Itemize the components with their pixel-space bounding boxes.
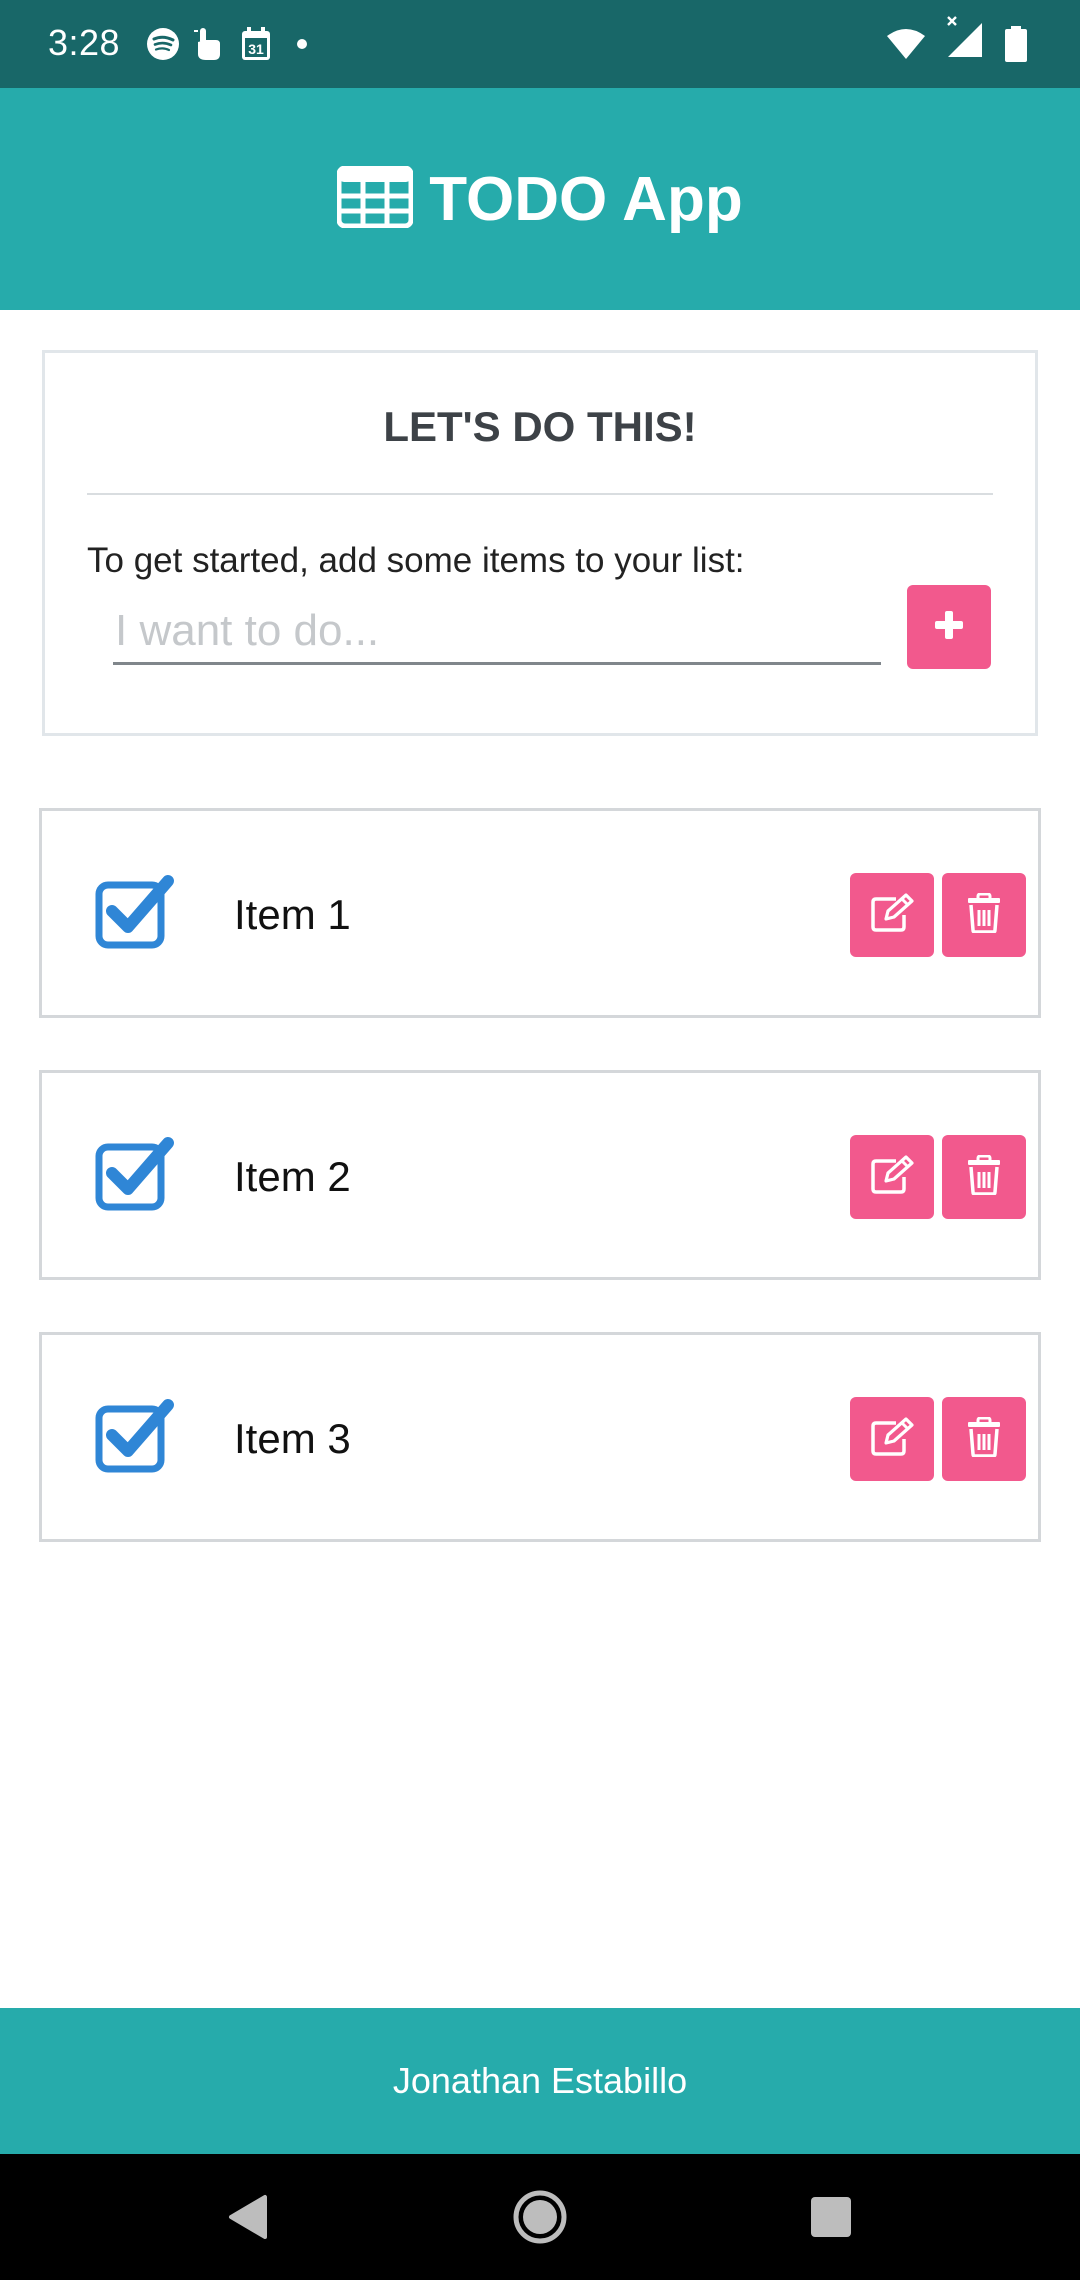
trash-icon <box>967 892 1001 938</box>
todo-item: Item 1 <box>39 808 1041 1018</box>
todo-label: Item 1 <box>234 891 351 938</box>
todo-item: Item 2 <box>39 1070 1041 1280</box>
recents-icon[interactable] <box>798 2184 864 2250</box>
app-title: TODO App <box>429 164 743 234</box>
checkbox-checked-icon[interactable] <box>94 1395 178 1475</box>
touch-icon <box>192 26 224 62</box>
app-title-group: TODO App <box>336 164 743 235</box>
signal-icon <box>944 16 984 57</box>
checkbox-checked-icon[interactable] <box>94 871 178 951</box>
footer: Jonathan Estabillo <box>0 2008 1080 2154</box>
delete-button[interactable] <box>942 873 1026 957</box>
plus-icon <box>934 610 964 645</box>
wifi-icon <box>886 26 926 62</box>
edit-icon <box>870 1416 914 1462</box>
todo-label: Item 3 <box>234 1415 351 1462</box>
add-item-button[interactable] <box>907 585 991 669</box>
checkbox-checked-icon[interactable] <box>94 1133 178 1213</box>
app-header: TODO App <box>0 88 1080 310</box>
delete-button[interactable] <box>942 1397 1026 1481</box>
status-bar: 3:28 31 <box>0 0 1080 88</box>
edit-button[interactable] <box>850 1135 934 1219</box>
card-heading: LET'S DO THIS! <box>383 403 697 450</box>
todo-item: Item 3 <box>39 1332 1041 1542</box>
divider <box>87 493 993 495</box>
battery-icon <box>1004 26 1028 62</box>
edit-icon <box>870 1154 914 1200</box>
table-icon <box>336 165 414 233</box>
edit-button[interactable] <box>850 873 934 957</box>
status-time: 3:28 <box>48 22 121 63</box>
trash-icon <box>967 1154 1001 1200</box>
navigation-bar <box>0 2154 1080 2280</box>
intro-prompt: To get started, add some items to your l… <box>87 541 745 580</box>
new-item-input[interactable] <box>113 599 881 665</box>
edit-button[interactable] <box>850 1397 934 1481</box>
spotify-icon <box>146 26 180 62</box>
edit-icon <box>870 892 914 938</box>
calendar-icon: 31 <box>240 26 272 62</box>
calendar-day-text: 31 <box>248 41 264 57</box>
trash-icon <box>967 1416 1001 1462</box>
footer-author: Jonathan Estabillo <box>392 2060 688 2101</box>
home-icon[interactable] <box>507 2184 573 2250</box>
add-item-card: LET'S DO THIS! To get started, add some … <box>42 350 1038 736</box>
dot-icon <box>296 26 308 62</box>
todo-label: Item 2 <box>234 1153 351 1200</box>
delete-button[interactable] <box>942 1135 1026 1219</box>
back-icon[interactable] <box>214 2184 280 2250</box>
